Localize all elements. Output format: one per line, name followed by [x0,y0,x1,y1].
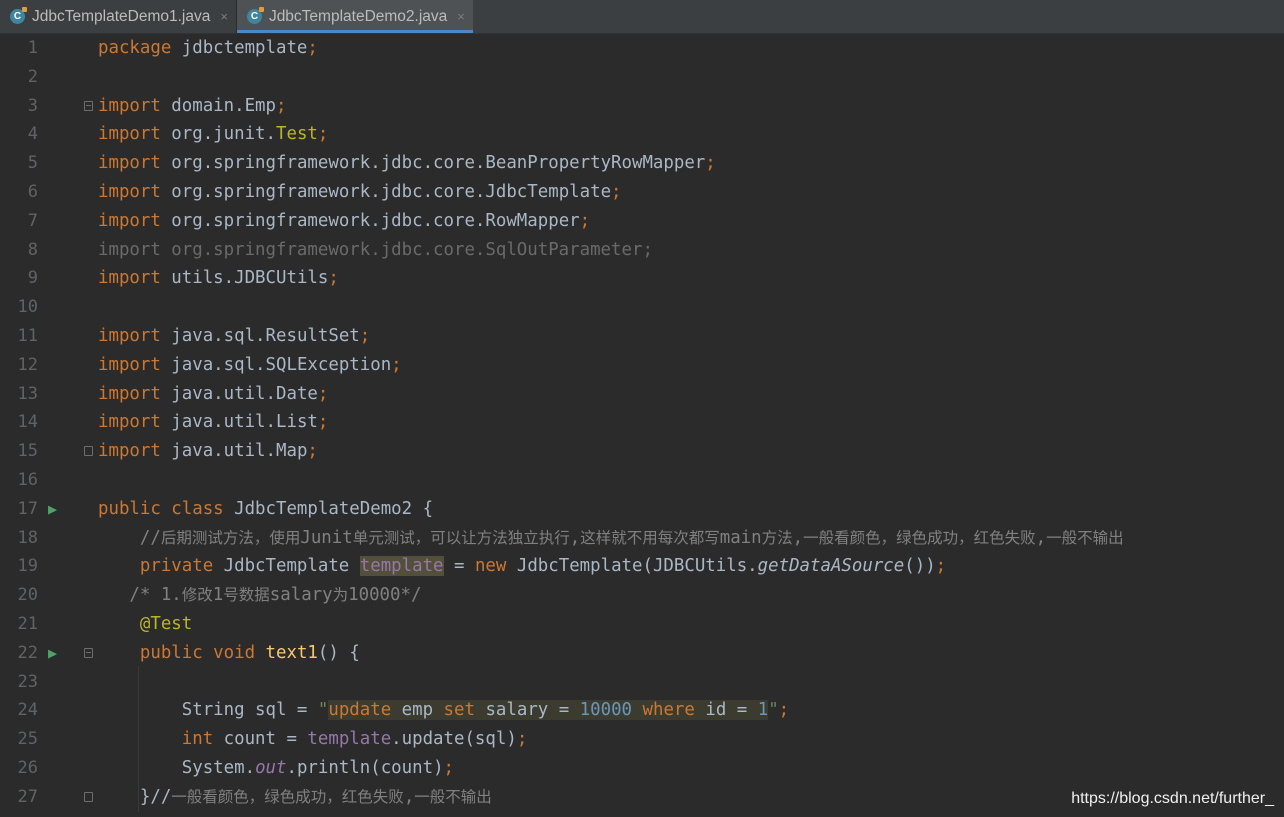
line-number: 21 [17,614,38,634]
editor-tab-bar: C JdbcTemplateDemo1.java × C JdbcTemplat… [0,0,1284,34]
fold-end-icon[interactable] [84,446,93,457]
close-icon[interactable]: × [220,9,228,24]
code-line: 6 import org.springframework.jdbc.core.J… [0,178,1284,207]
code-text: import java.util.Date; [98,383,329,404]
code-comment: //后期测试方法，使用Junit单元测试，可以让方法独立执行,这样就不用每次都写… [98,527,1124,548]
code-line: 1 package jdbctemplate; [0,34,1284,63]
code-text: private JdbcTemplate template = new Jdbc… [98,556,947,577]
code-text: import org.springframework.jdbc.core.Jdb… [98,182,622,202]
code-text: package jdbctemplate; [98,38,318,58]
line-number: 13 [17,383,38,404]
line-number: 23 [17,671,38,692]
line-number: 22 [17,642,38,663]
code-line: 19 private JdbcTemplate template = new J… [0,552,1284,581]
code-line: 10 [0,293,1284,322]
usage-highlight: template [359,556,444,577]
code-line: 3 import domain.Emp; [0,92,1284,121]
code-line: 23 [0,668,1284,697]
code-line-unused-import: 8 import org.springframework.jdbc.core.S… [0,236,1284,265]
line-number: 24 [17,700,38,721]
line-number: 9 [27,268,38,289]
fold-end-icon[interactable] [84,791,93,802]
code-text: import org.springframework.jdbc.core.Sql… [98,239,653,260]
code-line: 24 String sql = "update emp set salary =… [0,696,1284,725]
code-line: 22 ▶ public void text1() { [0,639,1284,668]
fold-marker-icon[interactable] [84,100,93,111]
code-line: 21 @Test [0,610,1284,639]
line-number: 8 [27,239,38,260]
code-line: 12 import java.sql.SQLException; [0,351,1284,380]
code-line: 2 [0,63,1284,92]
code-text: import domain.Emp; [98,95,287,116]
code-text: public class JdbcTemplateDemo2 { [98,498,434,519]
code-text: import java.util.Map; [98,441,318,462]
tab-jdbctemplatedemo1[interactable]: C JdbcTemplateDemo1.java × [0,0,236,33]
sql-injection-highlight: update emp set salary = 10000 where id =… [328,700,769,721]
java-class-icon: C [246,7,264,24]
fold-marker-icon[interactable] [84,647,93,658]
line-number: 5 [27,153,38,174]
line-number: 27 [17,786,38,807]
code-line: 7 import org.springframework.jdbc.core.R… [0,207,1284,236]
code-line: 17 ▶ public class JdbcTemplateDemo2 { [0,495,1284,524]
line-number: 17 [17,498,38,519]
line-number: 14 [17,412,38,433]
code-line: 16 [0,466,1284,495]
code-text: System.out.println(count); [98,758,455,778]
code-line: 9 import utils.JDBCUtils; [0,264,1284,293]
code-editor[interactable]: 1 package jdbctemplate; 2 3 import domai… [0,34,1284,817]
line-number: 1 [27,38,38,58]
code-line: 4 import org.junit.Test; [0,120,1284,149]
code-text: import java.sql.ResultSet; [98,326,371,346]
code-text: }//一般看颜色，绿色成功，红色失败,一般不输出 [98,786,492,807]
close-icon[interactable]: × [457,9,465,24]
tab-label: JdbcTemplateDemo2.java [268,7,448,25]
code-comment: /* 1.修改1号数据salary为10000*/ [98,585,422,606]
code-text: import org.springframework.jdbc.core.Bea… [98,153,716,174]
code-line: 13 import java.util.Date; [0,380,1284,409]
line-number: 16 [17,470,38,490]
watermark: https://blog.csdn.net/further_ [1071,790,1274,807]
code-text: int count = template.update(sql); [98,729,528,750]
line-number: 12 [17,354,38,375]
line-number: 3 [27,95,38,116]
code-text: import utils.JDBCUtils; [98,268,339,289]
code-text: String sql = "update emp set salary = 10… [98,700,790,721]
code-line: 14 import java.util.List; [0,408,1284,437]
line-number: 20 [17,585,38,606]
code-line: 26 System.out.println(count); [0,754,1284,783]
code-line: 15 import java.util.Map; [0,437,1284,466]
code-line: 11 import java.sql.ResultSet; [0,322,1284,351]
line-number: 25 [17,729,38,750]
line-number: 11 [17,326,38,346]
tab-label: JdbcTemplateDemo1.java [32,7,211,25]
code-text: import org.junit.Test; [98,124,329,145]
line-number: 18 [17,527,38,548]
code-line: 5 import org.springframework.jdbc.core.B… [0,149,1284,178]
line-number: 26 [17,758,38,778]
java-class-icon: C [10,7,27,24]
run-test-icon[interactable]: ▶ [48,645,57,661]
code-text: import org.springframework.jdbc.core.Row… [98,210,591,231]
run-test-icon[interactable]: ▶ [48,501,57,517]
code-line: 18 //后期测试方法，使用Junit单元测试，可以让方法独立执行,这样就不用每… [0,524,1284,553]
line-number: 10 [17,297,38,318]
line-number: 15 [17,441,38,462]
code-text: import java.util.List; [98,412,329,433]
line-number: 7 [27,210,38,231]
code-line: 20 /* 1.修改1号数据salary为10000*/ [0,581,1284,610]
line-number: 6 [27,182,38,202]
code-text: import java.sql.SQLException; [98,354,402,375]
line-number: 4 [27,124,38,145]
code-text: public void text1() { [98,642,360,663]
code-annotation: @Test [98,614,193,634]
line-number: 19 [17,556,38,577]
tab-jdbctemplatedemo2[interactable]: C JdbcTemplateDemo2.java × [236,0,473,33]
line-number: 2 [27,66,38,87]
code-line: 25 int count = template.update(sql); [0,725,1284,754]
